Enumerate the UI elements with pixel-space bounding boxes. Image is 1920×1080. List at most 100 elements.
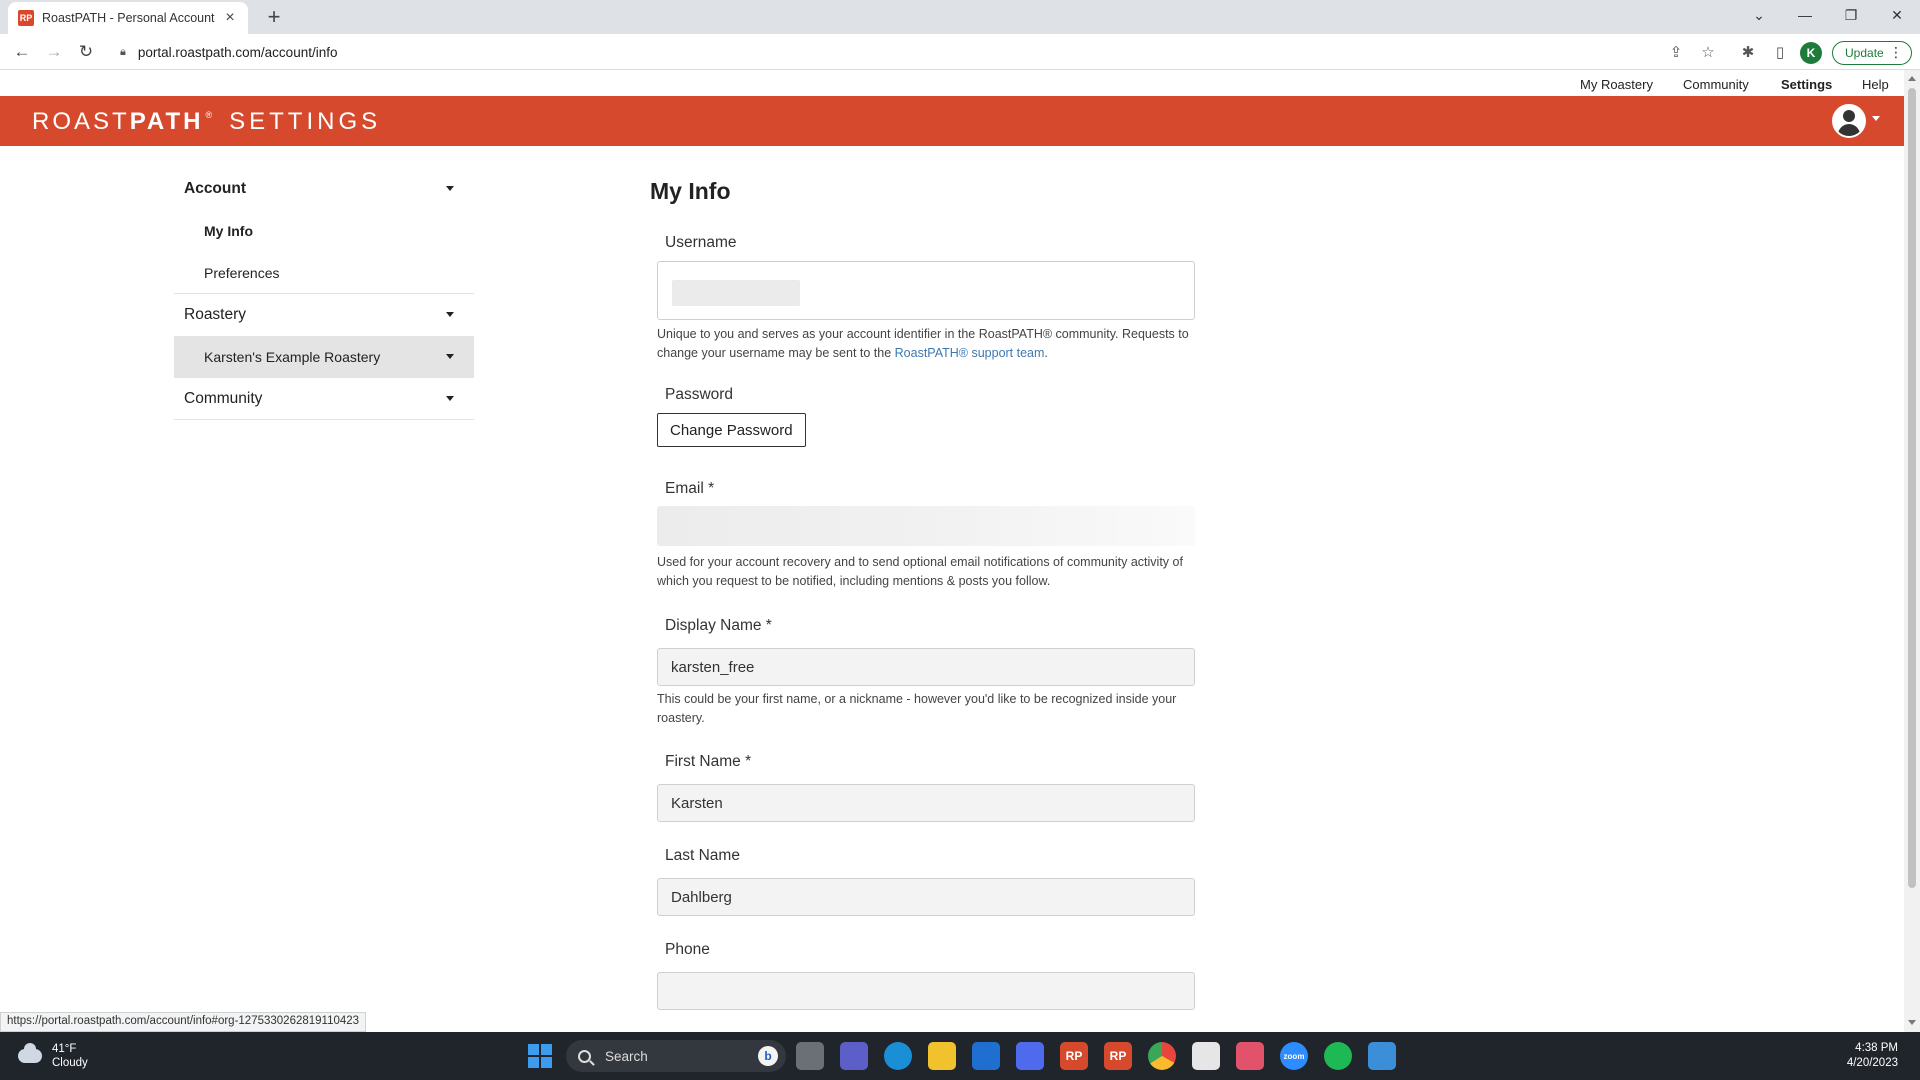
chevron-down-icon: [446, 396, 454, 401]
address-bar[interactable]: 🔒︎ portal.roastpath.com/account/info: [110, 38, 1690, 66]
sidebar-item-label: My Info: [204, 223, 253, 239]
nav-community[interactable]: Community: [1683, 77, 1749, 92]
share-icon[interactable]: ⇪: [1666, 42, 1686, 62]
taskbar-clock[interactable]: 4:38 PM 4/20/2023: [1847, 1041, 1898, 1071]
roastpath-app-icon[interactable]: RP: [1060, 1042, 1088, 1070]
chrome-app-icon[interactable]: [1148, 1042, 1176, 1070]
forward-button[interactable]: →: [42, 40, 66, 64]
close-tab-icon[interactable]: ×: [222, 9, 238, 27]
browser-tab[interactable]: RP RoastPATH - Personal Account ×: [8, 2, 248, 34]
user-menu-caret-icon[interactable]: [1872, 116, 1880, 121]
teams-app-icon[interactable]: [840, 1042, 868, 1070]
edge-app-icon[interactable]: [884, 1042, 912, 1070]
bookmark-star-icon[interactable]: ☆: [1698, 42, 1718, 62]
minimize-button[interactable]: —: [1782, 0, 1828, 30]
email-field[interactable]: [657, 506, 1195, 546]
sidebar-section-community[interactable]: Community: [174, 378, 474, 420]
user-avatar-icon[interactable]: [1832, 104, 1866, 138]
nav-my-roastery[interactable]: My Roastery: [1580, 77, 1653, 92]
update-label: Update: [1845, 46, 1884, 60]
sidebar-section-label: Roastery: [184, 306, 247, 323]
display-name-label: Display Name *: [665, 617, 772, 634]
my-info-form: My Info Username Unique to you and serve…: [650, 178, 1210, 1010]
zoom-app-icon[interactable]: zoom: [1280, 1042, 1308, 1070]
sidebar-section-label: Community: [184, 389, 263, 407]
taskbar-search[interactable]: Search b: [566, 1040, 786, 1072]
search-icon: [578, 1049, 591, 1063]
display-name-field[interactable]: karsten_free: [657, 648, 1195, 686]
reload-button[interactable]: ↻: [74, 40, 98, 64]
restore-button[interactable]: ❐: [1828, 0, 1874, 30]
email-label: Email *: [665, 480, 715, 497]
phone-label: Phone: [665, 941, 710, 958]
weather-widget[interactable]: 41°F Cloudy: [18, 1042, 88, 1070]
tab-title: RoastPATH - Personal Account: [42, 11, 215, 25]
last-name-field[interactable]: Dahlberg: [657, 878, 1195, 916]
page-scrollbar[interactable]: [1904, 70, 1920, 1032]
page-title: My Info: [650, 178, 731, 204]
sidebar-section-roastery[interactable]: Roastery: [174, 294, 474, 336]
windows-start-icon[interactable]: [528, 1044, 552, 1068]
sidebar-item-label: Karsten's Example Roastery: [204, 349, 381, 365]
display-name-help-text: This could be your first name, or a nick…: [657, 692, 1177, 725]
weather-condition: Cloudy: [52, 1057, 88, 1069]
cloud-icon: [18, 1043, 42, 1063]
roastpath-app-2-icon[interactable]: RP: [1104, 1042, 1132, 1070]
chevron-down-icon: [446, 312, 454, 317]
close-window-button[interactable]: ✕: [1874, 0, 1920, 30]
settings-sidebar: Account My Info Preferences Roastery Kar…: [174, 168, 474, 420]
browser-tabstrip: RP RoastPATH - Personal Account × + ⌄ — …: [0, 0, 1920, 34]
sidebar-item-my-info[interactable]: My Info: [174, 210, 474, 252]
roastpath-logo[interactable]: ROAST PATH ® SETTINGS: [32, 108, 381, 136]
slack-app-icon[interactable]: [1192, 1042, 1220, 1070]
email-help-text: Used for your account recovery and to se…: [657, 555, 1183, 588]
username-field[interactable]: [657, 261, 1195, 320]
username-help-end: .: [1044, 346, 1048, 360]
scroll-down-icon[interactable]: [1908, 1020, 1916, 1025]
chevron-down-icon: [446, 354, 454, 359]
settings-banner: ROAST PATH ® SETTINGS: [0, 96, 1904, 146]
scroll-thumb[interactable]: [1908, 88, 1916, 888]
link-status-bar: https://portal.roastpath.com/account/inf…: [0, 1012, 367, 1032]
change-password-button[interactable]: Change Password: [657, 413, 806, 447]
file-manager-app-icon[interactable]: [796, 1042, 824, 1070]
update-button[interactable]: Update ⋮: [1832, 41, 1912, 65]
generic-app-icon[interactable]: [1368, 1042, 1396, 1070]
sidebar-item-label: Preferences: [204, 264, 280, 281]
browser-profile-avatar[interactable]: K: [1800, 42, 1822, 64]
sidebar-section-account[interactable]: Account: [174, 168, 474, 210]
power-automate-app-icon[interactable]: [1016, 1042, 1044, 1070]
sidebar-item-preferences[interactable]: Preferences: [174, 252, 474, 294]
logo-registered: ®: [205, 110, 216, 120]
phone-field[interactable]: [657, 972, 1195, 1010]
sidebar-item-roastery[interactable]: Karsten's Example Roastery: [174, 336, 474, 378]
bing-icon[interactable]: b: [758, 1046, 778, 1066]
mail-app-icon[interactable]: [972, 1042, 1000, 1070]
photos-app-icon[interactable]: [1236, 1042, 1264, 1070]
nav-settings[interactable]: Settings: [1781, 77, 1832, 92]
back-button[interactable]: ←: [10, 40, 34, 64]
logo-settings: SETTINGS: [229, 108, 382, 135]
lock-icon: 🔒︎: [120, 45, 126, 58]
nav-help[interactable]: Help: [1862, 77, 1889, 92]
first-name-field[interactable]: Karsten: [657, 784, 1195, 822]
redacted-username: [672, 280, 800, 306]
more-menu-icon[interactable]: ⋮: [1889, 44, 1903, 61]
new-tab-button[interactable]: +: [260, 4, 288, 32]
tab-search-icon[interactable]: ⌄: [1736, 0, 1782, 30]
site-top-nav: My Roastery Community Settings Help: [0, 70, 1904, 96]
extensions-icon[interactable]: ✱: [1738, 42, 1758, 62]
taskbar-search-label: Search: [605, 1048, 648, 1064]
scroll-up-icon[interactable]: [1908, 76, 1916, 81]
browser-toolbar: ← → ↻ 🔒︎ portal.roastpath.com/account/in…: [0, 34, 1920, 70]
first-name-label: First Name *: [665, 753, 752, 770]
side-panel-icon[interactable]: ▯: [1770, 42, 1790, 62]
clock-time: 4:38 PM: [1855, 1042, 1898, 1054]
clock-date: 4/20/2023: [1846, 1057, 1898, 1069]
file-explorer-app-icon[interactable]: [928, 1042, 956, 1070]
chevron-down-icon: [446, 186, 454, 191]
spotify-app-icon[interactable]: [1324, 1042, 1352, 1070]
weather-temperature: 41°F: [52, 1043, 77, 1055]
username-label: Username: [665, 234, 737, 251]
support-team-link[interactable]: RoastPATH® support team: [895, 346, 1045, 360]
